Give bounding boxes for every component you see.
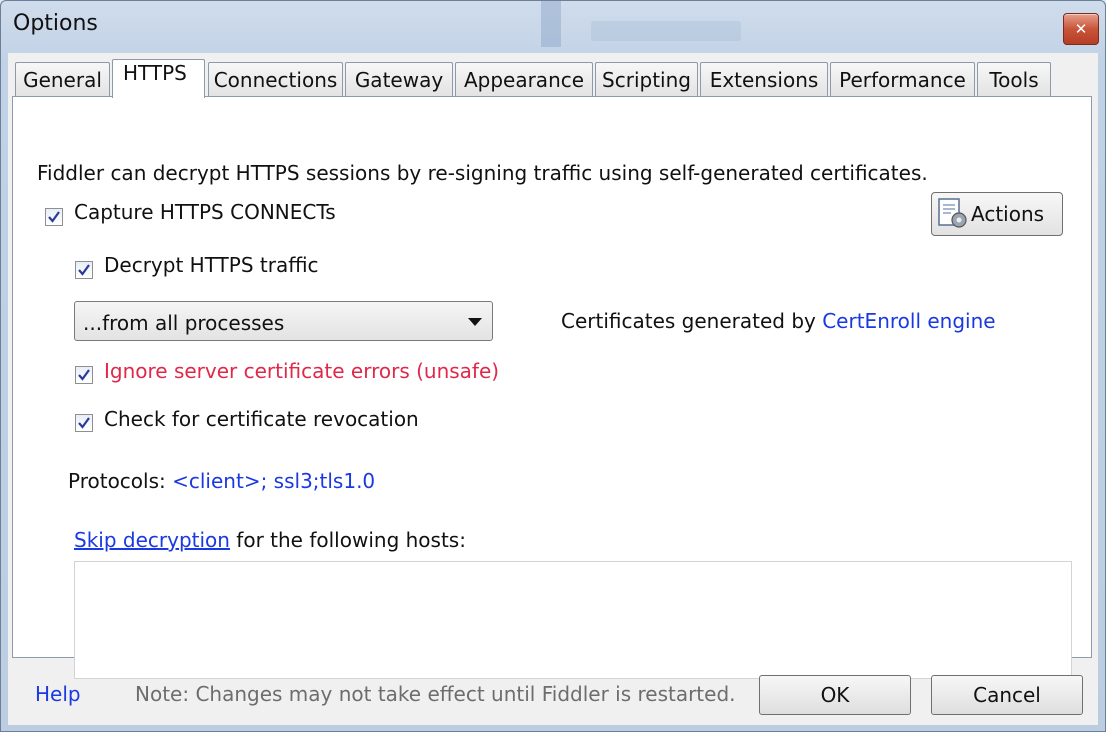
tab-connections[interactable]: Connections <box>208 62 343 96</box>
cert-engine-link[interactable]: CertEnroll engine <box>822 309 995 333</box>
protocols-link[interactable]: <client>; ssl3;tls1.0 <box>172 469 375 493</box>
tab-gateway[interactable]: Gateway <box>345 62 453 96</box>
tab-appearance[interactable]: Appearance <box>455 62 593 96</box>
certificate-generator-prefix: Certificates generated by <box>561 309 823 333</box>
https-intro-text: Fiddler can decrypt HTTPS sessions by re… <box>37 161 928 185</box>
tab-extensions[interactable]: Extensions <box>700 62 828 96</box>
capture-https-label[interactable]: Capture HTTPS CONNECTs <box>74 200 336 224</box>
skip-decryption-link[interactable]: Skip decryption <box>74 528 230 552</box>
tab-performance[interactable]: Performance <box>830 62 975 96</box>
protocols-label: Protocols: <box>68 469 173 493</box>
skip-hosts-textarea[interactable] <box>74 561 1072 679</box>
process-filter-dropdown[interactable]: ...from all processes <box>74 301 493 341</box>
capture-https-checkbox[interactable] <box>45 208 63 226</box>
tab-label: Performance <box>839 67 966 92</box>
tab-label: HTTPS <box>123 61 187 85</box>
skip-decryption-suffix: for the following hosts: <box>229 528 466 552</box>
ok-button[interactable]: OK <box>759 675 911 715</box>
tab-label: Connections <box>213 67 338 92</box>
check-icon <box>48 211 60 223</box>
tab-tools[interactable]: Tools <box>977 62 1051 96</box>
tab-label: Scripting <box>602 67 691 92</box>
tab-label: Appearance <box>463 67 585 92</box>
protocols-row: Protocols: <client>; ssl3;tls1.0 <box>68 469 375 493</box>
tab-scripting[interactable]: Scripting <box>595 62 698 96</box>
check-icon <box>78 369 90 381</box>
process-filter-value: ...from all processes <box>83 311 285 335</box>
actions-icon <box>938 198 967 228</box>
https-tab-panel: Fiddler can decrypt HTTPS sessions by re… <box>12 96 1092 679</box>
tab-label: Extensions <box>709 67 819 92</box>
background-window-glimpse <box>541 1 561 47</box>
dropdown-arrow-icon <box>468 318 482 326</box>
skip-decryption-row: Skip decryption for the following hosts: <box>74 528 466 552</box>
help-link[interactable]: Help <box>35 682 81 706</box>
actions-button[interactable]: Actions <box>931 192 1063 236</box>
tab-label: General <box>23 67 102 92</box>
check-revocation-checkbox[interactable] <box>75 414 93 432</box>
title-bar[interactable]: Options ✕ <box>1 1 1105 53</box>
decrypt-https-label[interactable]: Decrypt HTTPS traffic <box>104 253 319 277</box>
check-revocation-label[interactable]: Check for certificate revocation <box>104 407 419 431</box>
tab-strip: General HTTPS Connections Gateway Appear… <box>15 59 1095 98</box>
certificate-generator-text: Certificates generated by CertEnroll eng… <box>561 309 996 333</box>
cancel-label: Cancel <box>973 683 1041 707</box>
tab-https[interactable]: HTTPS <box>112 59 205 98</box>
close-icon: ✕ <box>1074 20 1088 38</box>
dialog-client-area: General HTTPS Connections Gateway Appear… <box>8 53 1098 725</box>
tab-label: Tools <box>989 67 1039 92</box>
ok-label: OK <box>820 683 850 707</box>
check-icon <box>78 417 90 429</box>
actions-label: Actions <box>971 202 1045 226</box>
tab-general[interactable]: General <box>15 62 110 96</box>
ignore-cert-errors-checkbox[interactable] <box>75 366 93 384</box>
restart-note: Note: Changes may not take effect until … <box>135 682 736 706</box>
options-window: Options ✕ General HTTPS Connections Gate… <box>0 0 1106 732</box>
close-button[interactable]: ✕ <box>1063 13 1099 45</box>
window-title: Options <box>13 11 98 36</box>
cancel-button[interactable]: Cancel <box>931 675 1083 715</box>
decrypt-https-checkbox[interactable] <box>75 261 93 279</box>
check-icon <box>78 264 90 276</box>
tab-label: Gateway <box>354 67 444 92</box>
ignore-cert-errors-label[interactable]: Ignore server certificate errors (unsafe… <box>104 359 499 383</box>
background-window-glimpse-label <box>591 21 741 41</box>
